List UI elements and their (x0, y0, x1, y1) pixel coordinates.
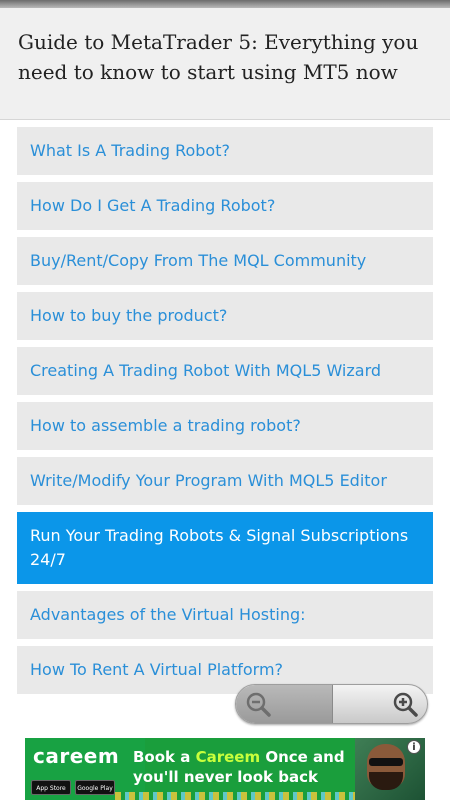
app-store-badge[interactable]: App Store (31, 780, 71, 795)
ad-person-beard (369, 772, 403, 790)
ad-brand-name: careem (33, 744, 120, 768)
zoom-out-icon (246, 692, 271, 717)
table-of-contents: What Is A Trading Robot? How Do I Get A … (17, 127, 433, 701)
toc-item-mql5-editor[interactable]: Write/Modify Your Program With MQL5 Edit… (17, 457, 433, 505)
toc-item-buy-rent-copy[interactable]: Buy/Rent/Copy From The MQL Community (17, 237, 433, 285)
toc-item-mql5-wizard[interactable]: Creating A Trading Robot With MQL5 Wizar… (17, 347, 433, 395)
google-play-badge[interactable]: Google Play (75, 780, 115, 795)
toc-item-how-get-trading-robot[interactable]: How Do I Get A Trading Robot? (17, 182, 433, 230)
toc-item-what-is-trading-robot[interactable]: What Is A Trading Robot? (17, 127, 433, 175)
page-title: Guide to MetaTrader 5: Everything you ne… (18, 30, 419, 84)
toc-item-how-to-buy[interactable]: How to buy the product? (17, 292, 433, 340)
ad-banner[interactable]: careem App Store Google Play Book a Care… (25, 738, 425, 800)
status-bar-strip (0, 0, 450, 8)
ad-decoration (115, 792, 355, 800)
info-icon[interactable]: i (407, 740, 421, 754)
ad-headline-brand: Careem (195, 748, 261, 766)
toc-item-run-robots-active[interactable]: Run Your Trading Robots & Signal Subscri… (17, 512, 433, 584)
zoom-control (235, 684, 428, 724)
toc-item-assemble-robot[interactable]: How to assemble a trading robot? (17, 402, 433, 450)
zoom-out-button[interactable] (236, 685, 333, 723)
ad-headline-pre: Book a (133, 748, 196, 766)
toc-item-virtual-hosting-advantages[interactable]: Advantages of the Virtual Hosting: (17, 591, 433, 639)
page-header: Guide to MetaTrader 5: Everything you ne… (0, 8, 450, 120)
zoom-in-button[interactable] (333, 685, 427, 723)
ad-brand-panel: careem App Store Google Play (25, 738, 145, 800)
ad-person-glasses (369, 758, 403, 766)
ad-headline: Book a Careem Once and you'll never look… (133, 747, 363, 787)
zoom-in-icon (393, 692, 418, 717)
careem-logo: careem (33, 744, 119, 768)
